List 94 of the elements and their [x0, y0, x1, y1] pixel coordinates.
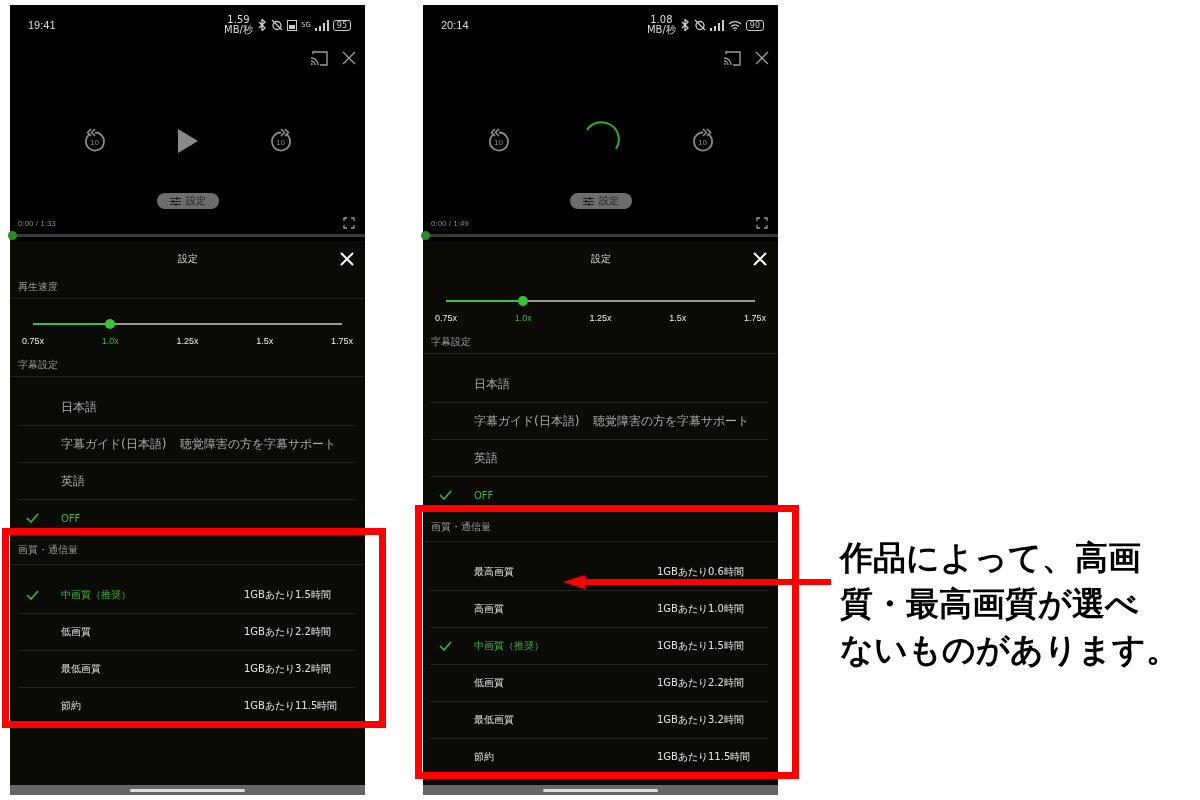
playback-time: 0:00 / 1:33: [18, 218, 56, 228]
option-label: 最低画質: [61, 662, 101, 676]
alarm-off-icon: [270, 19, 283, 31]
data-usage: 1GBあたり1.5時間: [657, 639, 744, 653]
option-label: 高画質: [474, 602, 504, 616]
panel-title: 設定: [590, 251, 611, 266]
option-label: OFF: [474, 489, 494, 501]
data-usage: 1GBあたり11.5時間: [657, 750, 751, 764]
annotation-text: 作品によって、高画 質・最高画質が選べ ないものがあります。: [840, 537, 1179, 671]
quality-option[interactable]: 高画質 1GBあたり1.0時間: [431, 591, 768, 628]
quality-option[interactable]: 低画質 1GBあたり2.2時間: [18, 614, 355, 651]
data-usage: 1GBあたり1.0時間: [657, 602, 744, 616]
data-usage: 1GBあたり0.6時間: [657, 565, 744, 579]
subtitle-option[interactable]: OFF: [431, 477, 768, 513]
option-note: 聴覚障害の方を字幕サポート: [593, 412, 750, 430]
section-header: 字幕設定: [431, 335, 471, 349]
rewind-button[interactable]: 10: [82, 128, 107, 154]
gesture-handle[interactable]: [130, 788, 245, 792]
section-header: 再生速度: [18, 280, 58, 294]
option-label: 節約: [61, 699, 81, 713]
data-usage: 1GBあたり1.5時間: [244, 588, 331, 602]
speed-option[interactable]: 1.0x: [101, 336, 119, 346]
check-icon: [439, 490, 452, 500]
option-label: 低画質: [61, 625, 91, 639]
rewind-button[interactable]: 10: [486, 128, 511, 154]
bluetooth-icon: [679, 19, 690, 31]
data-usage: 1GBあたり11.5時間: [244, 699, 338, 713]
speed-option[interactable]: 1.75x: [331, 336, 353, 346]
signal-icon: [314, 19, 329, 31]
quality-option[interactable]: 中画質（推奨） 1GBあたり1.5時間: [18, 577, 355, 614]
option-label: 英語: [61, 472, 85, 490]
alarm-off-icon: [693, 19, 706, 31]
data-usage: 1GBあたり2.2時間: [244, 625, 331, 639]
quality-option[interactable]: 節約 1GBあたり11.5時間: [18, 688, 355, 724]
fullscreen-icon[interactable]: [756, 217, 768, 229]
forward-button[interactable]: 10: [690, 128, 715, 154]
speed-option[interactable]: 1.0x: [514, 313, 532, 323]
data-usage: 1GBあたり3.2時間: [657, 713, 744, 727]
data-usage: 1GBあたり3.2時間: [244, 662, 331, 676]
status-time: 19:41: [28, 19, 56, 31]
section-header: 画質・通信量: [431, 520, 491, 534]
bluetooth-icon: [256, 19, 267, 31]
speed-option[interactable]: 1.5x: [669, 313, 687, 323]
option-label: 中画質（推奨）: [61, 588, 131, 602]
speed-option[interactable]: 0.75x: [435, 313, 457, 323]
network-speed: 1.08 MB/秒: [646, 15, 676, 35]
quality-option[interactable]: 低画質 1GBあたり2.2時間: [431, 665, 768, 702]
option-label: 字幕ガイド(日本語): [61, 435, 167, 453]
option-label: 字幕ガイド(日本語): [474, 412, 580, 430]
cast-icon[interactable]: [723, 50, 741, 66]
forward-button[interactable]: 10: [268, 128, 293, 154]
speed-option[interactable]: 1.75x: [744, 313, 766, 323]
check-icon: [439, 641, 452, 651]
option-label: 最高画質: [474, 565, 514, 579]
speed-option[interactable]: 1.25x: [176, 336, 199, 346]
sliders-icon: [582, 196, 594, 206]
section-header: 画質・通信量: [18, 543, 78, 557]
playback-time: 0:00 / 1:49: [431, 218, 469, 228]
check-icon: [26, 590, 39, 600]
close-icon[interactable]: [342, 51, 356, 65]
quality-option[interactable]: 節約 1GBあたり11.5時間: [431, 739, 768, 775]
slider-thumb[interactable]: [105, 319, 116, 329]
option-label: 節約: [474, 750, 494, 764]
option-label: 日本語: [474, 375, 510, 393]
battery-level: 90: [745, 19, 764, 31]
gesture-handle[interactable]: [543, 788, 658, 792]
speed-option[interactable]: 1.25x: [589, 313, 612, 323]
subtitle-option[interactable]: OFF: [18, 500, 355, 536]
close-icon[interactable]: [755, 51, 769, 65]
option-label: 日本語: [61, 398, 97, 416]
option-note: 聴覚障害の方を字幕サポート: [180, 435, 337, 453]
speed-option[interactable]: 1.5x: [256, 336, 274, 346]
status-time: 20:14: [441, 19, 469, 31]
cast-icon[interactable]: [310, 50, 328, 66]
check-icon: [26, 513, 39, 523]
option-label: OFF: [61, 512, 81, 524]
signal-icon: [709, 19, 724, 31]
battery-level: 95: [332, 19, 351, 31]
panel-title: 設定: [177, 251, 198, 266]
data-usage: 1GBあたり2.2時間: [657, 676, 744, 690]
option-label: 最低画質: [474, 713, 514, 727]
quality-option[interactable]: 最低画質 1GBあたり3.2時間: [431, 702, 768, 739]
option-label: 低画質: [474, 676, 504, 690]
fullscreen-icon[interactable]: [343, 217, 355, 229]
option-label: 英語: [474, 449, 498, 467]
section-header: 字幕設定: [18, 358, 58, 372]
quality-option[interactable]: 中画質（推奨） 1GBあたり1.5時間: [431, 628, 768, 665]
quality-option[interactable]: 最低画質 1GBあたり3.2時間: [18, 651, 355, 688]
play-icon[interactable]: [176, 128, 199, 154]
sliders-icon: [169, 196, 181, 206]
slider-thumb[interactable]: [518, 296, 529, 306]
network-speed: 1.59 MB/秒: [224, 15, 253, 35]
option-label: 中画質（推奨）: [474, 639, 544, 653]
speed-option[interactable]: 0.75x: [22, 336, 44, 346]
